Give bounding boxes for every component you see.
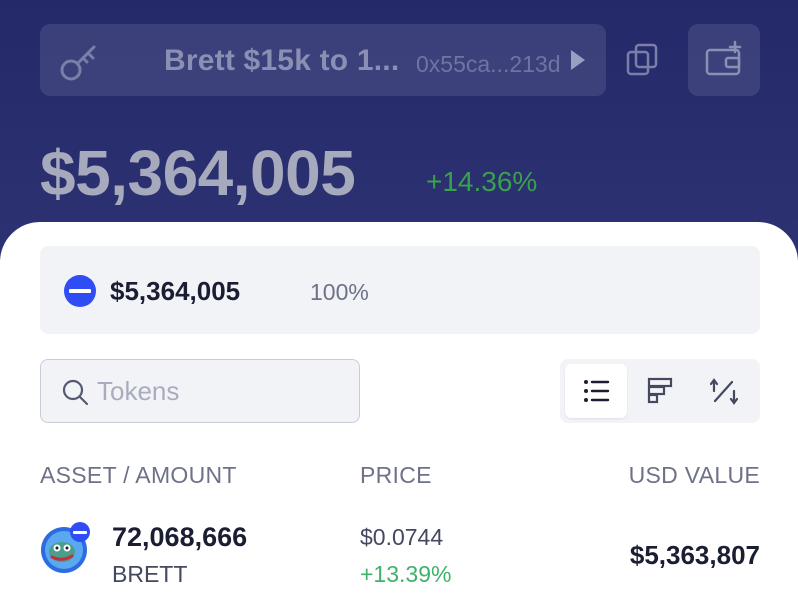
search-input[interactable] xyxy=(95,370,349,412)
token-symbol: BRETT xyxy=(112,561,188,587)
wallet-name: Brett $15k to 1... xyxy=(164,44,400,77)
column-header-price[interactable]: PRICE xyxy=(360,462,432,489)
copy-address-icon[interactable] xyxy=(624,40,664,80)
list-icon xyxy=(584,380,610,402)
bar-chart-icon xyxy=(647,377,673,404)
holdings-panel: $5,364,005 100% Tokens ASSET / AMOUNT PR… xyxy=(0,222,798,610)
wallet-add-icon xyxy=(705,40,742,76)
token-amount: 72,068,666 xyxy=(112,522,248,552)
allocation-value: $5,364,005 xyxy=(110,276,241,306)
wallet-selector[interactable]: Brett $15k to 1... 0x55ca...213d xyxy=(40,24,606,96)
list-view-button[interactable] xyxy=(565,364,627,418)
sort-percent-icon xyxy=(710,378,738,405)
portfolio-change: +14.36% xyxy=(426,166,538,197)
allocation-dot-icon xyxy=(64,275,96,307)
column-header-usd[interactable]: USD VALUE xyxy=(629,462,760,489)
token-price: $0.0744 xyxy=(360,524,444,550)
column-header-asset[interactable]: ASSET / AMOUNT xyxy=(40,462,237,489)
token-usd-value: $5,363,807 xyxy=(629,540,760,570)
token-search[interactable] xyxy=(40,359,360,423)
allocation-percent: 100% xyxy=(310,279,369,305)
allocation-bar[interactable]: $5,364,005 100% xyxy=(40,246,760,334)
search-icon xyxy=(62,379,89,406)
brett-token-icon xyxy=(41,522,90,573)
token-price-change: +13.39% xyxy=(360,561,452,587)
portfolio-balance: $5,364,005 xyxy=(40,137,356,209)
play-arrow-icon[interactable] xyxy=(568,48,588,72)
view-toggle xyxy=(560,359,760,423)
add-wallet-button[interactable] xyxy=(688,24,760,96)
bar-view-button[interactable] xyxy=(629,364,691,418)
sort-view-button[interactable] xyxy=(693,364,755,418)
wallet-address: 0x55ca...213d xyxy=(416,51,561,77)
portfolio-header: Brett $15k to 1... 0x55ca...213d $5,364,… xyxy=(0,0,798,260)
key-icon xyxy=(60,45,96,81)
